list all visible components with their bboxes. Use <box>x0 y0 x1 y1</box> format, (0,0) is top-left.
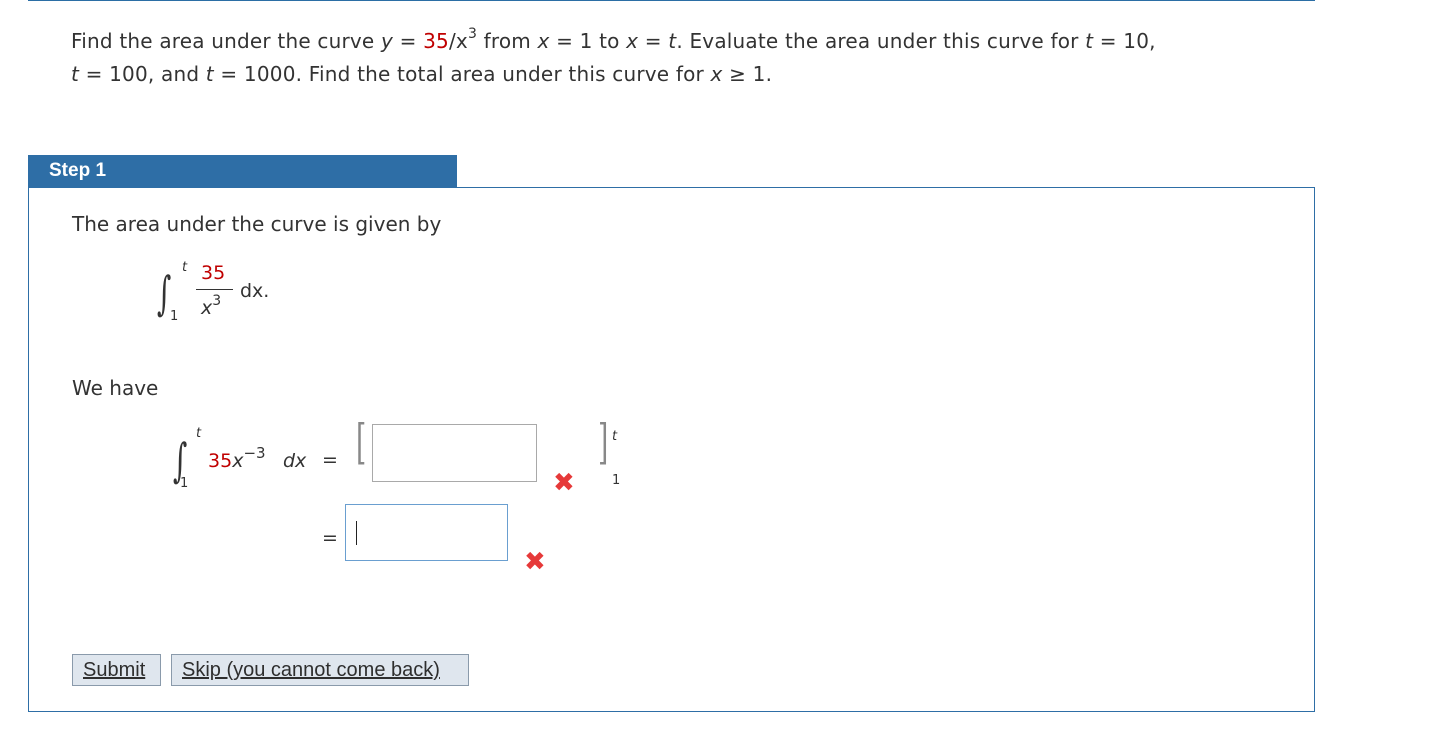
incorrect-icon: ✖ <box>553 468 575 498</box>
step-intro-text: The area under the curve is given by <box>72 212 442 236</box>
fraction-bar <box>196 289 233 290</box>
fraction-denominator: x3 <box>201 292 222 319</box>
eval-lower-limit: 1 <box>612 473 621 488</box>
incorrect-icon: ✖ <box>524 547 546 577</box>
eval-upper-limit: t <box>612 429 618 444</box>
problem-statement: Find the area under the curve y = 35/x3 … <box>71 26 1156 86</box>
top-divider <box>28 0 1315 1</box>
step-header: Step 1 <box>28 155 457 187</box>
fraction-numerator: 35 <box>201 262 226 284</box>
equals-sign: = <box>322 527 338 549</box>
right-bracket: ] <box>598 414 609 470</box>
left-bracket: [ <box>356 414 367 470</box>
dx-label: dx. <box>240 280 270 302</box>
integrand: 35x−3 <box>208 443 266 472</box>
text-cursor <box>356 521 357 545</box>
we-have-text: We have <box>72 376 159 400</box>
submit-button[interactable]: Submit <box>72 654 161 686</box>
integral-lower-limit: 1 <box>180 476 189 491</box>
integral-upper-limit: t <box>196 426 202 441</box>
integral-lower-limit: 1 <box>170 309 179 324</box>
skip-button[interactable]: Skip (you cannot come back) <box>171 654 469 686</box>
equals-sign: = <box>322 449 338 471</box>
antiderivative-input[interactable] <box>372 424 537 482</box>
integral-upper-limit: t <box>182 260 188 275</box>
simplified-answer-input[interactable] <box>345 504 508 561</box>
dx-label: dx <box>283 450 307 472</box>
